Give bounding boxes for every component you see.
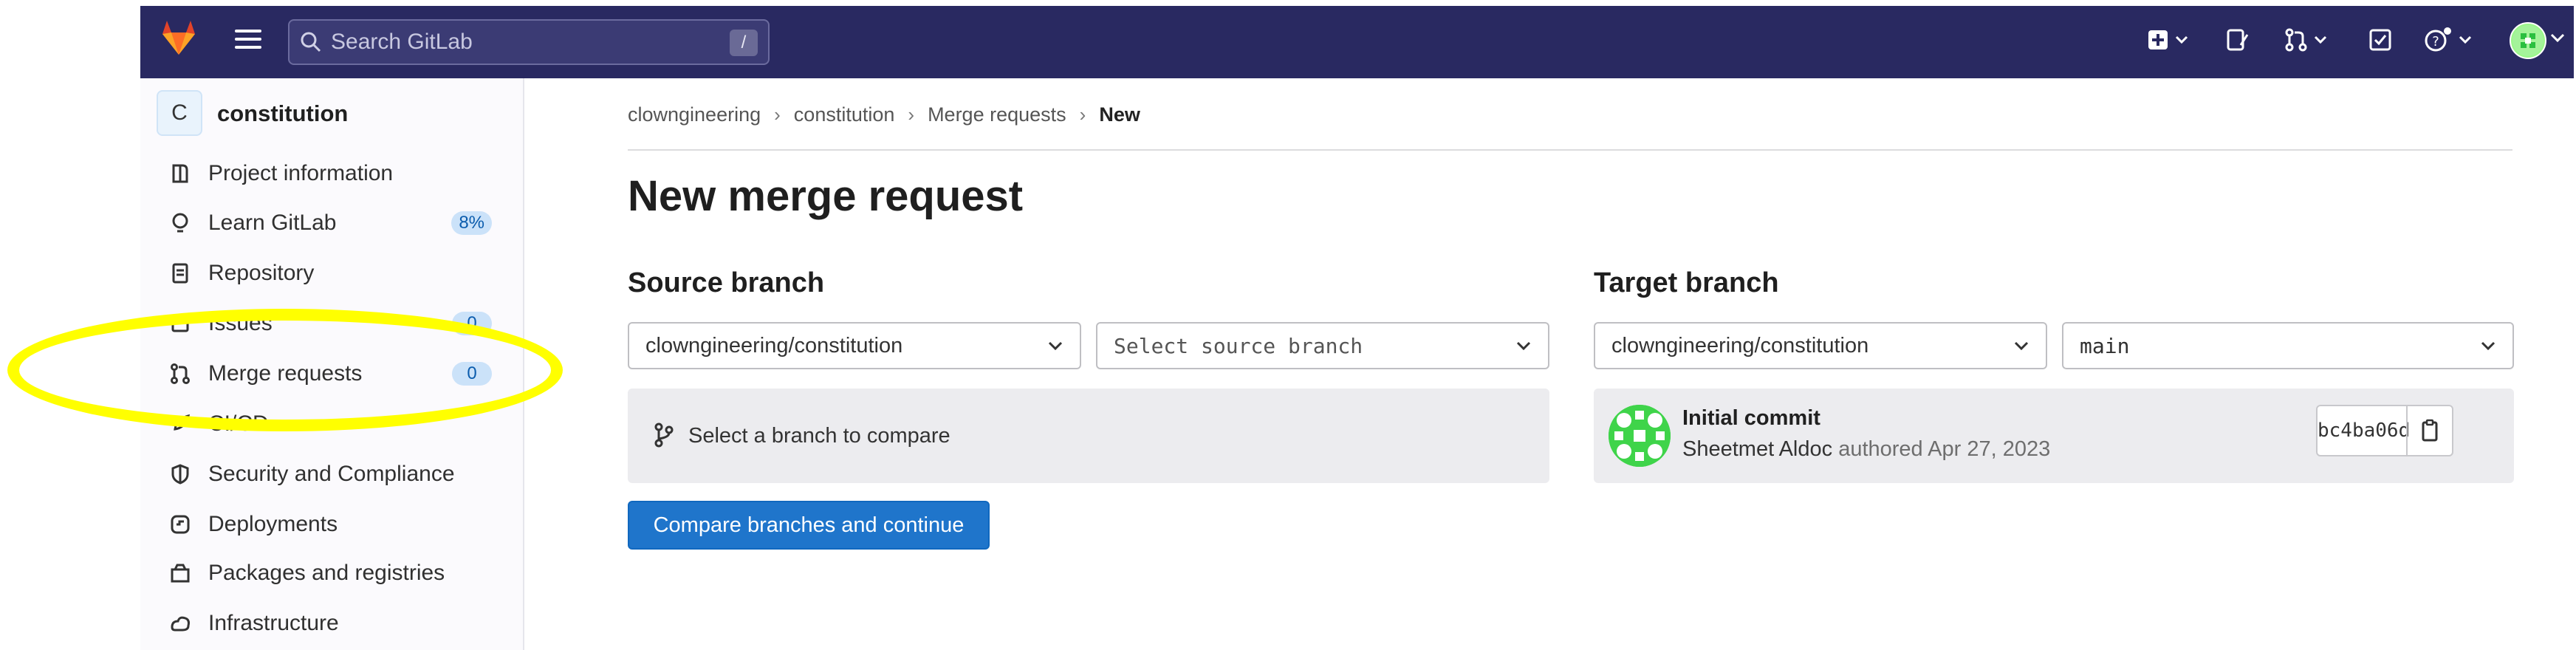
page-title: New merge request — [628, 172, 1024, 220]
sidebar-item-project-information[interactable]: Project information — [167, 151, 492, 196]
target-branch-value: main — [2080, 333, 2130, 358]
source-project-dropdown[interactable]: clowngineering/constitution — [628, 322, 1081, 369]
user-menu-chevron-down-icon[interactable] — [2549, 32, 2566, 47]
commit-sha-group: bc4ba06d — [2316, 405, 2453, 456]
sidebar-item-label: Security and Compliance — [208, 462, 455, 486]
chevron-down-icon — [2481, 341, 2496, 351]
divider — [628, 149, 2512, 151]
chevron-down-icon — [2014, 341, 2029, 351]
lightbulb-icon — [167, 210, 193, 236]
merge-requests-nav-dropdown[interactable] — [2284, 25, 2328, 55]
breadcrumb: clowngineering › constitution › Merge re… — [628, 103, 1140, 126]
progress-badge: 8% — [451, 211, 492, 235]
deployments-icon — [167, 511, 193, 538]
project-info-icon — [167, 160, 193, 187]
create-new-dropdown[interactable] — [2146, 25, 2189, 55]
clipboard-icon — [2422, 419, 2438, 442]
sidebar-item-label: Learn GitLab — [208, 211, 337, 235]
search-input[interactable]: Search GitLab / — [288, 19, 770, 65]
branch-icon — [653, 422, 675, 451]
target-branch-heading: Target branch — [1594, 267, 1779, 298]
source-branch-dropdown[interactable]: Select source branch — [1096, 322, 1549, 369]
package-icon — [167, 560, 193, 586]
gitlab-logo-icon[interactable] — [158, 16, 199, 58]
project-name[interactable]: constitution — [217, 100, 348, 127]
chevron-down-icon — [2314, 35, 2327, 44]
merge-request-icon — [2285, 28, 2307, 52]
highlight-ellipse-annotation — [7, 309, 563, 431]
sidebar-item-label: Packages and registries — [208, 561, 445, 585]
commit-author[interactable]: Sheetmet Aldoc — [1682, 437, 1832, 461]
chevron-down-icon — [2175, 35, 2188, 44]
commit-meta: Sheetmet Aldoc authored Apr 27, 2023 — [1682, 437, 2050, 462]
plus-square-icon — [2148, 30, 2168, 49]
chevron-right-icon: › — [774, 103, 781, 126]
commit-authored-date: authored Apr 27, 2023 — [1838, 437, 2051, 461]
sidebar-item-security-and-compliance[interactable]: Security and Compliance — [167, 452, 492, 496]
sidebar-item-packages-and-registries[interactable]: Packages and registries — [167, 551, 492, 595]
compare-branches-button[interactable]: Compare branches and continue — [628, 501, 990, 550]
question-circle-icon: ? — [2425, 27, 2451, 52]
breadcrumb-current: New — [1099, 103, 1140, 126]
source-branch-placeholder: Select source branch — [1114, 333, 1363, 358]
sidebar-item-learn-gitlab[interactable]: Learn GitLab 8% — [167, 201, 492, 245]
user-avatar[interactable] — [2510, 22, 2546, 59]
copy-sha-button[interactable] — [2406, 406, 2452, 455]
source-project-value: clowngineering/constitution — [645, 333, 903, 358]
commit-sha[interactable]: bc4ba06d — [2318, 420, 2410, 442]
target-project-dropdown[interactable]: clowngineering/constitution — [1594, 322, 2047, 369]
target-project-value: clowngineering/constitution — [1611, 333, 1869, 358]
chevron-right-icon: › — [908, 103, 915, 126]
sidebar-item-label: Deployments — [208, 512, 338, 536]
todo-checkbox-icon[interactable] — [2368, 25, 2393, 55]
search-placeholder: Search GitLab — [331, 30, 473, 54]
chevron-right-icon: › — [1079, 103, 1086, 126]
svg-text:?: ? — [2432, 34, 2439, 49]
breadcrumb-link-merge-requests[interactable]: Merge requests — [928, 103, 1066, 126]
source-branch-heading: Source branch — [628, 267, 825, 298]
commit-title[interactable]: Initial commit — [1682, 406, 1820, 431]
chevron-down-icon — [1048, 341, 1063, 351]
commit-author-avatar[interactable] — [1609, 405, 1671, 467]
sidebar-item-repository[interactable]: Repository — [167, 251, 492, 295]
shield-icon — [167, 461, 193, 488]
sidebar-item-label: Project information — [208, 161, 394, 185]
chevron-down-icon — [1516, 341, 1531, 351]
target-commit-panel: Initial commit Sheetmet Aldoc authored A… — [1594, 389, 2514, 483]
sidebar-item-label: Repository — [208, 261, 315, 285]
breadcrumb-link-project[interactable]: constitution — [794, 103, 895, 126]
source-compare-panel: Select a branch to compare — [628, 389, 1549, 483]
search-icon — [300, 31, 322, 53]
search-shortcut-key: / — [730, 30, 758, 56]
compare-hint-text: Select a branch to compare — [688, 424, 950, 448]
target-branch-dropdown[interactable]: main — [2062, 322, 2514, 369]
sidebar-item-deployments[interactable]: Deployments — [167, 502, 492, 547]
help-dropdown[interactable]: ? — [2424, 25, 2473, 55]
chevron-down-icon — [2459, 35, 2472, 44]
sidebar-item-label: Infrastructure — [208, 611, 339, 635]
menu-hamburger-icon[interactable] — [235, 30, 261, 52]
sidebar-item-infrastructure[interactable]: Infrastructure — [167, 601, 492, 646]
issues-nav-icon[interactable] — [2224, 25, 2250, 55]
breadcrumb-link-group[interactable]: clowngineering — [628, 103, 761, 126]
document-icon — [167, 260, 193, 287]
project-avatar[interactable]: C — [157, 90, 202, 136]
cloud-gear-icon — [167, 610, 193, 637]
